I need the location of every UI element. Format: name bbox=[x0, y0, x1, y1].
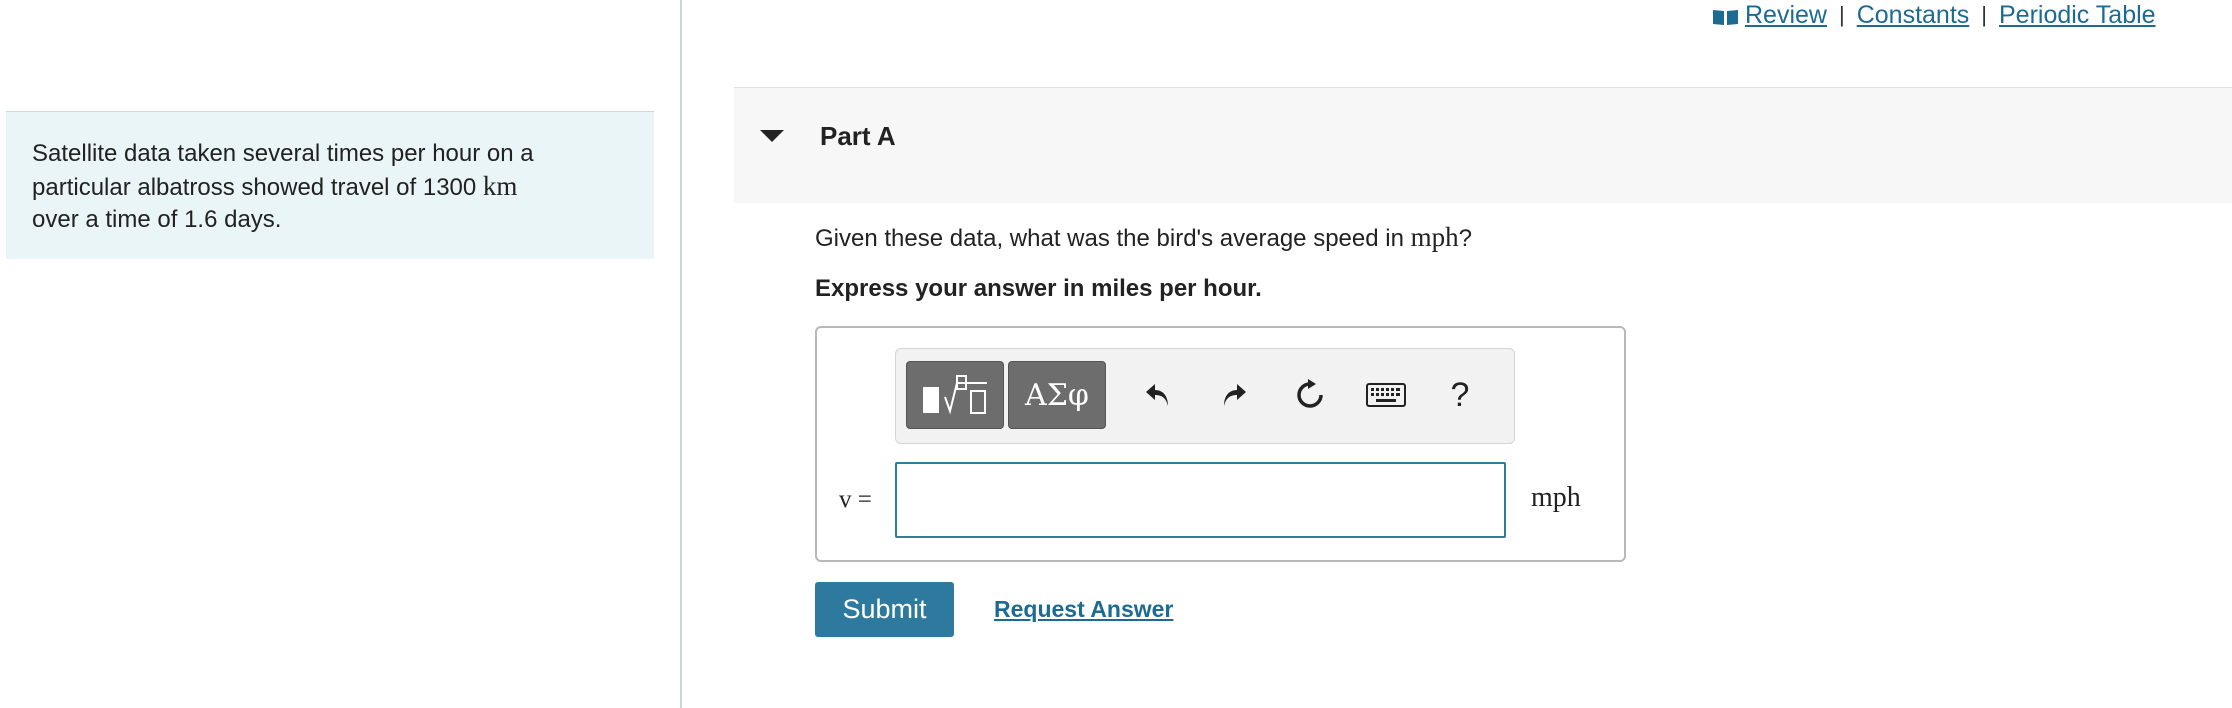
question-mark: ? bbox=[1458, 225, 1472, 252]
resource-links: Review | Constants | Periodic Table bbox=[1712, 0, 2156, 30]
reset-icon bbox=[1297, 379, 1323, 408]
link-separator: | bbox=[1838, 2, 1845, 27]
request-answer-link[interactable]: Request Answer bbox=[994, 596, 1173, 623]
problem-text-part2: over a time of 1.6 days. bbox=[32, 206, 282, 233]
question-text-body: Given these data, what was the bird's av… bbox=[815, 225, 1411, 252]
review-link[interactable]: Review bbox=[1745, 1, 1827, 30]
undo-icon bbox=[1146, 384, 1168, 406]
greek-symbols-icon: ΑΣφ bbox=[1025, 377, 1089, 413]
templates-icon bbox=[923, 375, 987, 415]
unit-label: mph bbox=[1531, 482, 1581, 513]
keyboard-icon bbox=[1366, 383, 1406, 407]
problem-text-part1: Satellite data taken several times per h… bbox=[32, 140, 534, 201]
question-text: Given these data, what was the bird's av… bbox=[815, 222, 1472, 253]
variable-label: v = bbox=[839, 486, 872, 513]
answer-input[interactable] bbox=[895, 462, 1506, 538]
part-a-header[interactable]: Part A bbox=[734, 87, 2232, 203]
problem-statement: Satellite data taken several times per h… bbox=[32, 138, 612, 236]
periodic-table-link[interactable]: Periodic Table bbox=[1999, 1, 2156, 30]
answer-instruction: Express your answer in miles per hour. bbox=[815, 275, 1262, 302]
keyboard-button[interactable] bbox=[1364, 373, 1408, 417]
link-separator: | bbox=[1981, 2, 1987, 27]
collapse-caret-icon[interactable] bbox=[760, 130, 784, 142]
math-toolbar: ΑΣφ ? bbox=[895, 348, 1515, 444]
submit-button[interactable]: Submit bbox=[815, 582, 954, 637]
problem-statement-box: Satellite data taken several times per h… bbox=[6, 111, 654, 259]
help-button[interactable]: ? bbox=[1438, 373, 1482, 417]
constants-link[interactable]: Constants bbox=[1857, 1, 1970, 30]
question-unit: mph bbox=[1410, 222, 1459, 252]
help-icon: ? bbox=[1450, 375, 1470, 414]
redo-icon bbox=[1224, 384, 1246, 406]
undo-button[interactable] bbox=[1136, 373, 1180, 417]
redo-button[interactable] bbox=[1212, 373, 1256, 417]
book-icon bbox=[1712, 4, 1739, 25]
problem-unit-km: km bbox=[482, 171, 518, 201]
reset-button[interactable] bbox=[1288, 373, 1332, 417]
problem-pane: Satellite data taken several times per h… bbox=[0, 0, 680, 708]
pane-divider[interactable] bbox=[680, 0, 682, 708]
part-title: Part A bbox=[820, 121, 896, 151]
greek-symbols-button[interactable]: ΑΣφ bbox=[1008, 361, 1106, 429]
templates-button[interactable] bbox=[906, 361, 1004, 429]
answer-box: ΑΣφ ? v = mph bbox=[815, 326, 1626, 562]
